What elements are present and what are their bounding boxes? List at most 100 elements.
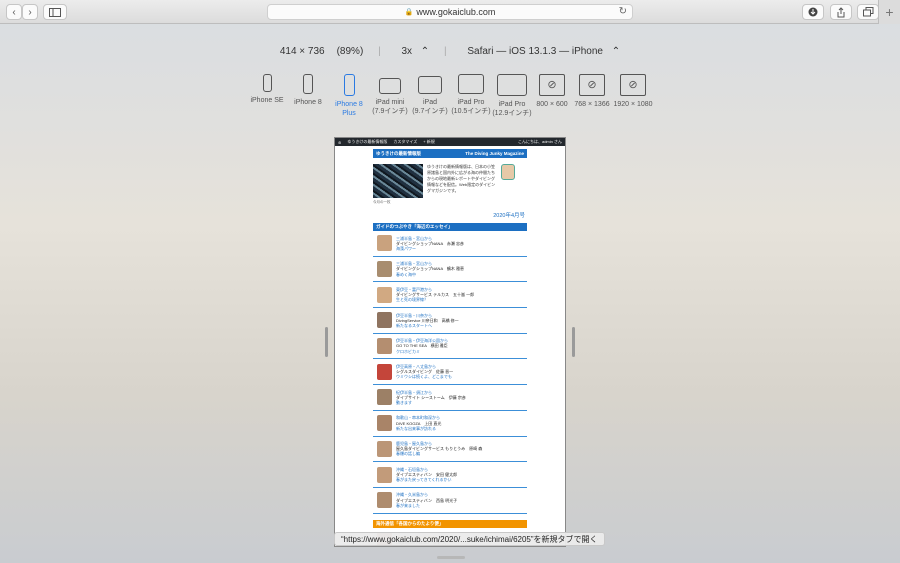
share-button[interactable] (830, 4, 852, 20)
device-viewport[interactable]: ⊛ ゆうきけの最新情報版 カスタマイズ + 新規 こんにちは、admin さん … (334, 137, 566, 547)
site-title[interactable]: ゆうきけの最新情報版 (376, 151, 421, 157)
list-item[interactable]: 鹿児島・屋久島から 屋久島ダイビングサービス もりとうみ 原崎 森春爆の話し編 (373, 437, 527, 463)
device-1920x1080[interactable]: ⊘ 1920 × 1080 (611, 74, 655, 109)
entry-text: 三浦半島・宮山から ダイビングショップNANA 赤瀬 忠彦 海藻パワー (396, 236, 464, 252)
sidebar-icon (49, 7, 61, 17)
device-ipad-mini[interactable]: iPad mini (7.9インチ) (370, 74, 410, 116)
entry-author: GO TO THE SEA 横田 雅臣 (396, 343, 448, 349)
avatar (377, 415, 392, 432)
section-header-overseas: 海外通信「各国からのたより便」 (373, 519, 527, 528)
resize-handle-left[interactable] (325, 327, 328, 357)
list-item[interactable]: 紀伊半島・須江から ダイブサイト シーストーム 伊藤 宗彦 動きます (373, 385, 527, 411)
viewport-size[interactable]: 414 × 736 (280, 46, 325, 57)
device-iphone-8[interactable]: iPhone 8 (288, 74, 328, 107)
device-800x600[interactable]: ⊘ 800 × 600 (532, 74, 572, 109)
device-768x1366[interactable]: ⊘ 768 × 1366 (571, 74, 613, 109)
back-button[interactable]: ‹ (6, 4, 22, 20)
entry-title-link[interactable]: 春が来ました (396, 503, 457, 508)
list-item[interactable]: 伊豆半島・川奈から DivingService 川奈日和 高橋 修一 新たなるスター… (373, 308, 527, 334)
reload-icon[interactable]: ↻ (619, 6, 627, 17)
intro-block: 今月の一枚 ゆうきけの最新情報版は、日本の小笠原諸島と国内外に広がる海の仲間たち… (373, 164, 527, 205)
list-item[interactable]: 三浦半島・宮山から ダイビングショップNANA 鶴木 雅恵 春めく海中 (373, 257, 527, 283)
entry-title-link[interactable]: クロホビカミ (396, 349, 448, 354)
entry-text: 三浦半島・宮山から ダイビングショップNANA 鶴木 雅恵 春めく海中 (396, 261, 464, 277)
entry-title-link[interactable]: 海藻パワー (396, 246, 464, 251)
avatar (377, 440, 392, 457)
device-ipad-pro-10-5[interactable]: iPad Pro (10.5インチ) (450, 74, 492, 116)
device-presets: iPhone SE iPhone 8 iPhone 8 Plus iPad mi… (0, 74, 900, 124)
entry-text: 鹿児島・屋久島から 屋久島ダイビングサービス もりとうみ 原崎 森春爆の話し編 (396, 441, 482, 457)
compass-icon: ⊘ (579, 74, 605, 96)
list-item[interactable]: 沖縄・久米島から ダイブエスティバン 西島 明光子 春が来ました (373, 488, 527, 514)
entry-author: DIVE KOOZA 上田 直光 (396, 420, 442, 426)
avatar (377, 363, 392, 380)
wp-logo-icon[interactable]: ⊛ (338, 140, 341, 145)
entry-title-link[interactable]: 春爆の話し編 (396, 451, 482, 456)
compass-icon: ⊘ (539, 74, 565, 96)
entry-text: 沖縄・石垣島から ダイブエスティバン 安田 健太郎 春がまた戻ってきてくれるかい (396, 467, 457, 483)
tabs-button[interactable] (857, 4, 879, 20)
avatar (377, 389, 392, 406)
lock-icon: 🔒 (404, 9, 414, 16)
device-iphone-se[interactable]: iPhone SE (247, 74, 287, 105)
issue-label[interactable]: 2020年4月号 (373, 211, 525, 219)
list-item[interactable]: 伊豆半島・伊豆海洋公園から GO TO THE SEA 横田 雅臣 クロホビカミ (373, 334, 527, 360)
url-text: www.gokaiclub.com (416, 7, 496, 17)
status-text: “https://www.gokaiclub.com/2020/...suke/… (341, 534, 598, 544)
admin-greeting[interactable]: こんにちは、admin さん (518, 139, 562, 145)
admin-new-link[interactable]: + 新規 (423, 139, 434, 145)
photo-caption: 今月の一枚 (373, 200, 391, 204)
list-item[interactable]: 三浦半島・宮山から ダイビングショップNANA 赤瀬 忠彦 海藻パワー (373, 231, 527, 257)
entry-title-link[interactable]: 春めく海中 (396, 272, 464, 277)
forward-icon: › (28, 6, 32, 18)
downloads-button[interactable] (802, 4, 824, 20)
avatar (377, 338, 392, 355)
entry-title-link[interactable]: 春がまた戻ってきてくれるかい (396, 477, 457, 482)
avatar (377, 261, 392, 278)
back-icon: ‹ (12, 6, 16, 18)
entry-title-link[interactable]: 動きます (396, 400, 466, 405)
list-item[interactable]: 沖縄・石垣島から ダイブエスティバン 安田 健太郎 春がまた戻ってきてくれるかい (373, 462, 527, 488)
intro-text: ゆうきけの最新情報版は、日本の小笠原諸島と国内外に広がる海の仲間たちからの現地最… (427, 164, 496, 193)
site-content: ゆうきけの最新情報版 The Diving Junky Magazine 今月の… (335, 146, 565, 546)
device-ipad[interactable]: iPad (9.7インチ) (410, 74, 450, 116)
compass-icon: ⊘ (620, 74, 646, 96)
device-iphone-8-plus[interactable]: iPhone 8 Plus (329, 74, 369, 118)
responsive-info-bar: 414 × 736 (89%) | 3x ⌃ | Safari — iOS 13.… (279, 46, 621, 57)
list-item[interactable]: 和歌山・串本町和深から DIVE KOOZA 上田 直光 新たな出来事が訪れる (373, 411, 527, 437)
list-item[interactable]: 東伊豆・富戸港から ダイビングサービス テルカス 五十嵐 一郎 生と死の境界線？ (373, 282, 527, 309)
entry-title-link[interactable]: 生と死の境界線？ (396, 297, 474, 302)
admin-site-link[interactable]: ゆうきけの最新情報版 (347, 139, 387, 145)
avatar (377, 312, 392, 329)
address-bar[interactable]: 🔒 www.gokaiclub.com ↻ (267, 4, 633, 20)
user-agent-select[interactable]: Safari — iOS 13.1.3 — iPhone ⌃ (461, 46, 620, 57)
bottom-resize-handle[interactable] (437, 556, 465, 559)
device-ipad-pro-12-9[interactable]: iPad Pro (12.9インチ) (491, 74, 533, 118)
site-tagline: The Diving Junky Magazine (465, 151, 524, 156)
pixel-ratio-select[interactable]: 3x ⌃ (395, 46, 429, 57)
sidebar-button[interactable] (43, 4, 67, 20)
list-item[interactable]: 伊豆高原・八丈島から シグルスダイビング 佐藤 晋一 ウミウシは続くよ、どこまでも (373, 359, 527, 386)
avatar (377, 492, 392, 509)
new-tab-button[interactable]: + (878, 0, 900, 24)
phone-icon (343, 74, 355, 96)
entry-text: 伊豆半島・伊豆海洋公園から GO TO THE SEA 横田 雅臣 クロホビカミ (396, 338, 448, 354)
entry-text: 紀伊半島・須江から ダイブサイト シーストーム 伊藤 宗彦 動きます (396, 390, 466, 406)
entry-text: 東伊豆・富戸港から ダイビングサービス テルカス 五十嵐 一郎 生と死の境界線？ (396, 287, 474, 303)
mascot-avatar (501, 164, 515, 180)
entry-text: 和歌山・串本町和深から DIVE KOOZA 上田 直光 新たな出来事が訪れる (396, 415, 441, 431)
plus-icon: + (885, 4, 894, 20)
download-icon (808, 7, 818, 17)
essay-list: 三浦半島・宮山から ダイビングショップNANA 赤瀬 忠彦 海藻パワー 三浦半島・宮山… (373, 231, 527, 514)
resize-handle-right[interactable] (572, 327, 575, 357)
admin-customize-link[interactable]: カスタマイズ (393, 139, 417, 145)
featured-photo-block: 今月の一枚 (373, 164, 423, 205)
entry-title-link[interactable]: 新たなるスタートへ (396, 323, 459, 328)
featured-photo[interactable] (373, 164, 423, 198)
entry-title-link[interactable]: ウミウシは続くよ、どこまでも (396, 374, 453, 379)
phone-icon (303, 74, 313, 94)
share-icon (837, 6, 845, 17)
tablet-icon (458, 74, 484, 94)
entry-title-link[interactable]: 新たな出来事が訪れる (396, 426, 441, 431)
forward-button[interactable]: › (22, 4, 38, 20)
